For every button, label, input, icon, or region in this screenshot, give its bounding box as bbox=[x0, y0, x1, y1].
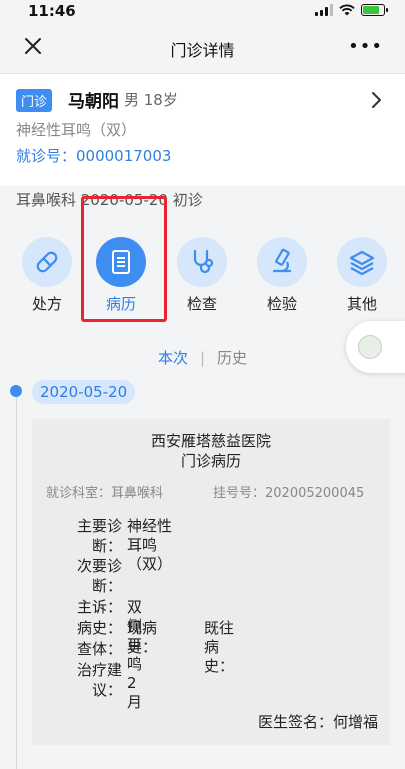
record-registration-number: 挂号号：202005200045 bbox=[213, 486, 365, 501]
record-department: 就诊科室：耳鼻喉科 bbox=[46, 486, 164, 501]
record-toggle: 本次 | 历史 bbox=[0, 347, 405, 368]
function-label: 处方 bbox=[31, 295, 62, 313]
main-diagnosis-value: 神经性耳鸣（双） bbox=[127, 517, 173, 573]
highlight-box bbox=[81, 196, 167, 322]
visit-number: 就诊号：0000017003 bbox=[16, 147, 172, 165]
patient-name: 马朝阳 bbox=[68, 92, 119, 112]
present-history-label: 现病史： bbox=[127, 619, 158, 656]
function-prescription[interactable]: 处方 bbox=[17, 237, 77, 314]
chevron-right-icon[interactable] bbox=[369, 91, 383, 109]
status-bar: 11:46 bbox=[0, 0, 405, 22]
function-label: 检验 bbox=[266, 295, 297, 313]
visit-type-badge: 门诊 bbox=[16, 89, 53, 112]
battery-icon bbox=[361, 4, 388, 16]
wifi-icon bbox=[339, 4, 355, 16]
nav-bar: 门诊详情 ••• bbox=[0, 22, 405, 74]
stethoscope-icon bbox=[177, 237, 227, 287]
timeline-date: 2020-05-20 bbox=[32, 380, 136, 404]
timeline-line bbox=[16, 390, 17, 769]
tab-separator: | bbox=[199, 349, 206, 367]
function-other[interactable]: 其他 bbox=[332, 237, 392, 314]
microscope-icon bbox=[257, 237, 307, 287]
function-grid: 处方 病历 检查 检验 其他 bbox=[0, 196, 405, 328]
hospital-name: 西安雁塔慈益医院 bbox=[150, 432, 271, 450]
patient-diagnosis: 神经性耳鸣（双） bbox=[16, 121, 137, 139]
status-time: 11:46 bbox=[28, 2, 76, 20]
patient-info: 男 18岁 bbox=[124, 91, 178, 109]
past-history-label: 既往病史： bbox=[204, 619, 235, 675]
page-title: 门诊详情 bbox=[170, 41, 235, 60]
more-icon[interactable]: ••• bbox=[348, 36, 383, 57]
medical-record-card: 西安雁塔慈益医院 门诊病历 就诊科室：耳鼻喉科 挂号号：202005200045… bbox=[32, 419, 390, 745]
pill-icon bbox=[22, 237, 72, 287]
doctor-signature: 医生签名：何增福 bbox=[257, 713, 378, 731]
tab-current[interactable]: 本次 bbox=[158, 349, 188, 367]
signal-icon bbox=[315, 4, 333, 16]
function-label: 其他 bbox=[346, 295, 377, 313]
tab-history[interactable]: 历史 bbox=[217, 349, 247, 367]
function-lab-test[interactable]: 检验 bbox=[252, 237, 312, 314]
timeline-dot bbox=[10, 385, 22, 397]
status-icons bbox=[315, 4, 388, 16]
layers-icon bbox=[337, 237, 387, 287]
record-header: 西安雁塔慈益医院 门诊病历 bbox=[32, 431, 390, 471]
patient-card[interactable]: 门诊 马朝阳 男 18岁 神经性耳鸣（双） 就诊号：0000017003 bbox=[0, 74, 405, 186]
record-title: 门诊病历 bbox=[180, 452, 241, 470]
function-examination[interactable]: 检查 bbox=[172, 237, 232, 314]
function-label: 检查 bbox=[186, 295, 217, 313]
